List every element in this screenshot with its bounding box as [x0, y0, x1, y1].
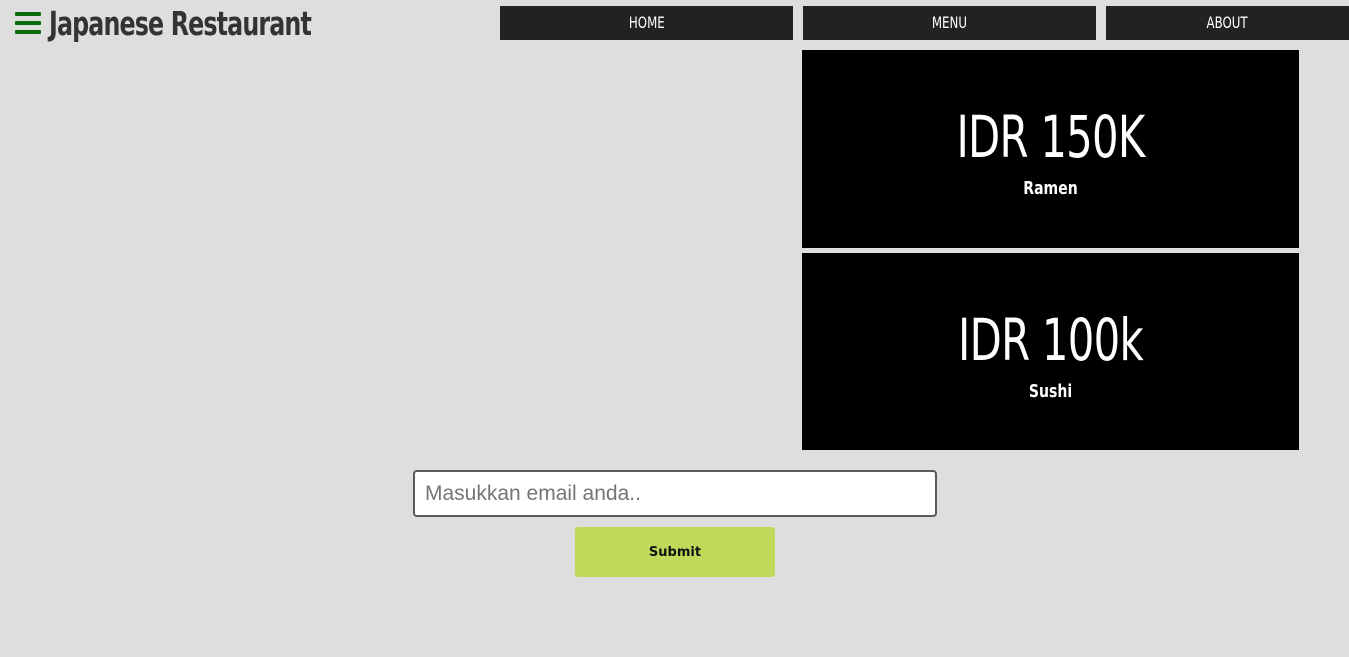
hamburger-bar — [15, 30, 41, 34]
nav-about-label: ABOUT — [1206, 13, 1249, 32]
nav-menu-button[interactable]: MENU — [803, 6, 1096, 40]
page: Japanese Restaurant HOME MENU ABOUT IDR … — [0, 0, 1349, 657]
menu-card-price: IDR 150K — [956, 103, 1145, 171]
nav-home-label: HOME — [628, 13, 665, 32]
menu-card-price: IDR 100k — [958, 306, 1144, 374]
menu-card-sushi[interactable]: IDR 100k Sushi — [802, 253, 1299, 450]
hamburger-bar — [15, 12, 41, 16]
submit-button[interactable]: Submit — [575, 527, 775, 577]
menu-card-name: Ramen — [1023, 178, 1078, 199]
nav-home-button[interactable]: HOME — [500, 6, 793, 40]
email-input[interactable] — [413, 470, 937, 517]
menu-card-name: Sushi — [1028, 381, 1073, 402]
menu-card-ramen[interactable]: IDR 150K Ramen — [802, 50, 1299, 248]
nav-menu-label: MENU — [931, 13, 968, 32]
hamburger-menu-icon[interactable] — [15, 12, 41, 34]
nav-about-button[interactable]: ABOUT — [1106, 6, 1349, 40]
hamburger-bar — [15, 21, 41, 25]
site-title: Japanese Restaurant — [49, 4, 312, 43]
